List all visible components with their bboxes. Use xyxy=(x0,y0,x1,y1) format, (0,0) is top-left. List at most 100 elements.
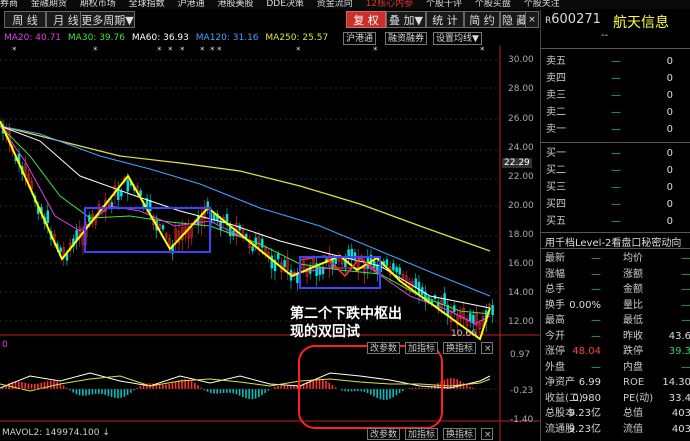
stat-label: 昨收 xyxy=(623,330,643,342)
macd-close-icon[interactable]: × xyxy=(481,342,493,354)
more-periods-button[interactable]: 更多周期▼ xyxy=(80,11,135,28)
macd-bar xyxy=(283,385,286,389)
macd-bar xyxy=(376,389,378,398)
ma-settings-button[interactable]: 设置均线▼ xyxy=(433,32,482,45)
vol-switch-indicator-button[interactable]: 换指标 xyxy=(443,428,477,440)
menu-item[interactable]: 沪港通 xyxy=(178,0,205,9)
menu-item[interactable]: 个股买盘 xyxy=(475,0,511,9)
macd-bar xyxy=(133,389,135,391)
stat-row: 换手 0.00% 量比 — xyxy=(541,298,690,313)
bid-price: — xyxy=(611,199,621,210)
overlay-button[interactable]: 叠 加▼ xyxy=(386,11,426,28)
macd-bar xyxy=(110,389,113,397)
event-star-icon: * xyxy=(480,46,485,56)
menu-item[interactable]: 个股关注 xyxy=(524,0,560,9)
price-grid xyxy=(0,59,500,322)
ask-volume: 0 xyxy=(666,90,673,101)
macd-bar xyxy=(254,389,257,399)
macd-bar xyxy=(331,384,334,389)
macd-params-button[interactable]: 改参数 xyxy=(367,342,401,354)
macd-switch-indicator-button[interactable]: 换指标 xyxy=(443,342,477,354)
menu-item[interactable]: 券商 xyxy=(0,0,18,9)
ma-legend: MA20: 40.71 MA30: 39.76 MA60: 36.93 MA12… xyxy=(0,32,332,45)
bid-row[interactable]: 买三 — 0 xyxy=(541,180,690,196)
price-tick: 20.00 xyxy=(508,201,534,211)
candle-body xyxy=(417,281,421,294)
stats-button[interactable]: 统 计 xyxy=(426,11,464,28)
ask-price: — xyxy=(611,124,621,135)
ask-label: 卖五 xyxy=(546,56,566,67)
ask-row[interactable]: 卖二 — 0 xyxy=(541,105,690,121)
menu-item[interactable]: 港股美股 xyxy=(217,0,253,9)
stat-value: 403 xyxy=(671,408,690,419)
macd-bar xyxy=(50,380,52,389)
stat-value: 14.30 xyxy=(662,377,690,388)
hgt-button[interactable]: 沪港通 xyxy=(343,32,377,45)
macd-bar xyxy=(219,389,222,394)
stat-value: 43.6 xyxy=(668,330,690,342)
macd-bar xyxy=(232,389,234,394)
margin-button[interactable]: 融资融券 xyxy=(385,32,428,45)
macd-bar xyxy=(210,389,212,393)
level2-link[interactable]: 用千档Level-2看盘口秘密动向 xyxy=(545,234,681,249)
macd-bar xyxy=(402,389,404,392)
macd-tick: -1.40 xyxy=(510,415,534,425)
stat-row: 涨停 48.04 跌停 39.3 xyxy=(541,344,690,359)
macd-bar xyxy=(85,389,87,396)
annotation-ellipse xyxy=(298,345,443,429)
vol-params-button[interactable]: 改参数 xyxy=(367,428,401,440)
ask-row[interactable]: 卖一 — 0 xyxy=(541,122,690,138)
menu-item[interactable]: 全球指数 xyxy=(129,0,165,9)
kline-chart[interactable]: * * * * * * * * * * * 第二个下跌中枢出 现的双回试 10.… xyxy=(0,46,540,441)
candle-body xyxy=(46,210,50,224)
bid-row[interactable]: 买二 — 0 xyxy=(541,163,690,179)
ask-row[interactable]: 卖四 — 0 xyxy=(541,71,690,87)
bid-volume: 0 xyxy=(666,216,673,227)
bid-row[interactable]: 买五 — 0 xyxy=(541,214,690,230)
bid-volume: 0 xyxy=(666,182,673,193)
macd-bar xyxy=(242,389,244,398)
annotation-line-2: 现的双回试 xyxy=(290,323,360,340)
bid-row[interactable]: 买一 — 0 xyxy=(541,146,690,162)
menu-item[interactable]: DDE决策 xyxy=(266,0,304,9)
macd-bar xyxy=(264,389,266,393)
stat-row: 外盘 — 内盘 — xyxy=(541,360,690,375)
bid-volume: 0 xyxy=(666,165,673,176)
simple-button[interactable]: 简 约 xyxy=(464,11,500,28)
menu-item[interactable]: 个股千评 xyxy=(426,0,462,9)
stat-label: 均价 xyxy=(623,253,643,264)
candle-body xyxy=(120,191,123,197)
ask-row[interactable]: 卖三 — 0 xyxy=(541,88,690,104)
weekly-button[interactable]: 周 线 xyxy=(4,11,46,28)
stat-value: — xyxy=(591,315,601,326)
macd-bar xyxy=(382,389,385,400)
stat-value: — xyxy=(681,268,690,280)
menu-item[interactable]: 资金流向 xyxy=(317,0,353,9)
stat-row: 总手 — 金额 — xyxy=(541,282,690,297)
macd-bar xyxy=(462,382,465,389)
vol-close-icon[interactable]: × xyxy=(481,428,493,440)
menu-item[interactable]: 金融期货 xyxy=(31,0,67,9)
candle-body xyxy=(270,255,274,269)
candle-body xyxy=(260,238,264,248)
price-tick: 16.00 xyxy=(508,259,534,269)
price-tick: 12.00 xyxy=(508,317,534,327)
ask-row[interactable]: 卖五 — 0 xyxy=(541,54,690,70)
menu-item[interactable]: 期权市场 xyxy=(80,0,116,9)
macd-bar xyxy=(251,389,254,400)
macd-bar xyxy=(238,389,241,396)
macd-bar xyxy=(197,385,199,389)
macd-add-indicator-button[interactable]: 加指标 xyxy=(405,342,439,354)
candle-body xyxy=(468,313,472,322)
bid-row[interactable]: 买四 — 0 xyxy=(541,197,690,213)
macd-bar xyxy=(101,389,103,395)
stat-label: 流值 xyxy=(623,423,643,435)
stat-row: 今开 — 昨收 43.6 xyxy=(541,329,690,344)
annotation-line-1: 第二个下跌中枢出 xyxy=(290,305,402,322)
event-star-icon: * xyxy=(373,46,378,56)
close-button[interactable]: × xyxy=(525,11,539,28)
restore-button[interactable]: 复 权 xyxy=(346,11,386,28)
vol-add-indicator-button[interactable]: 加指标 xyxy=(405,428,439,440)
menu-item-warning[interactable]: 12核心内参 xyxy=(366,0,413,9)
macd-bar xyxy=(72,389,74,393)
